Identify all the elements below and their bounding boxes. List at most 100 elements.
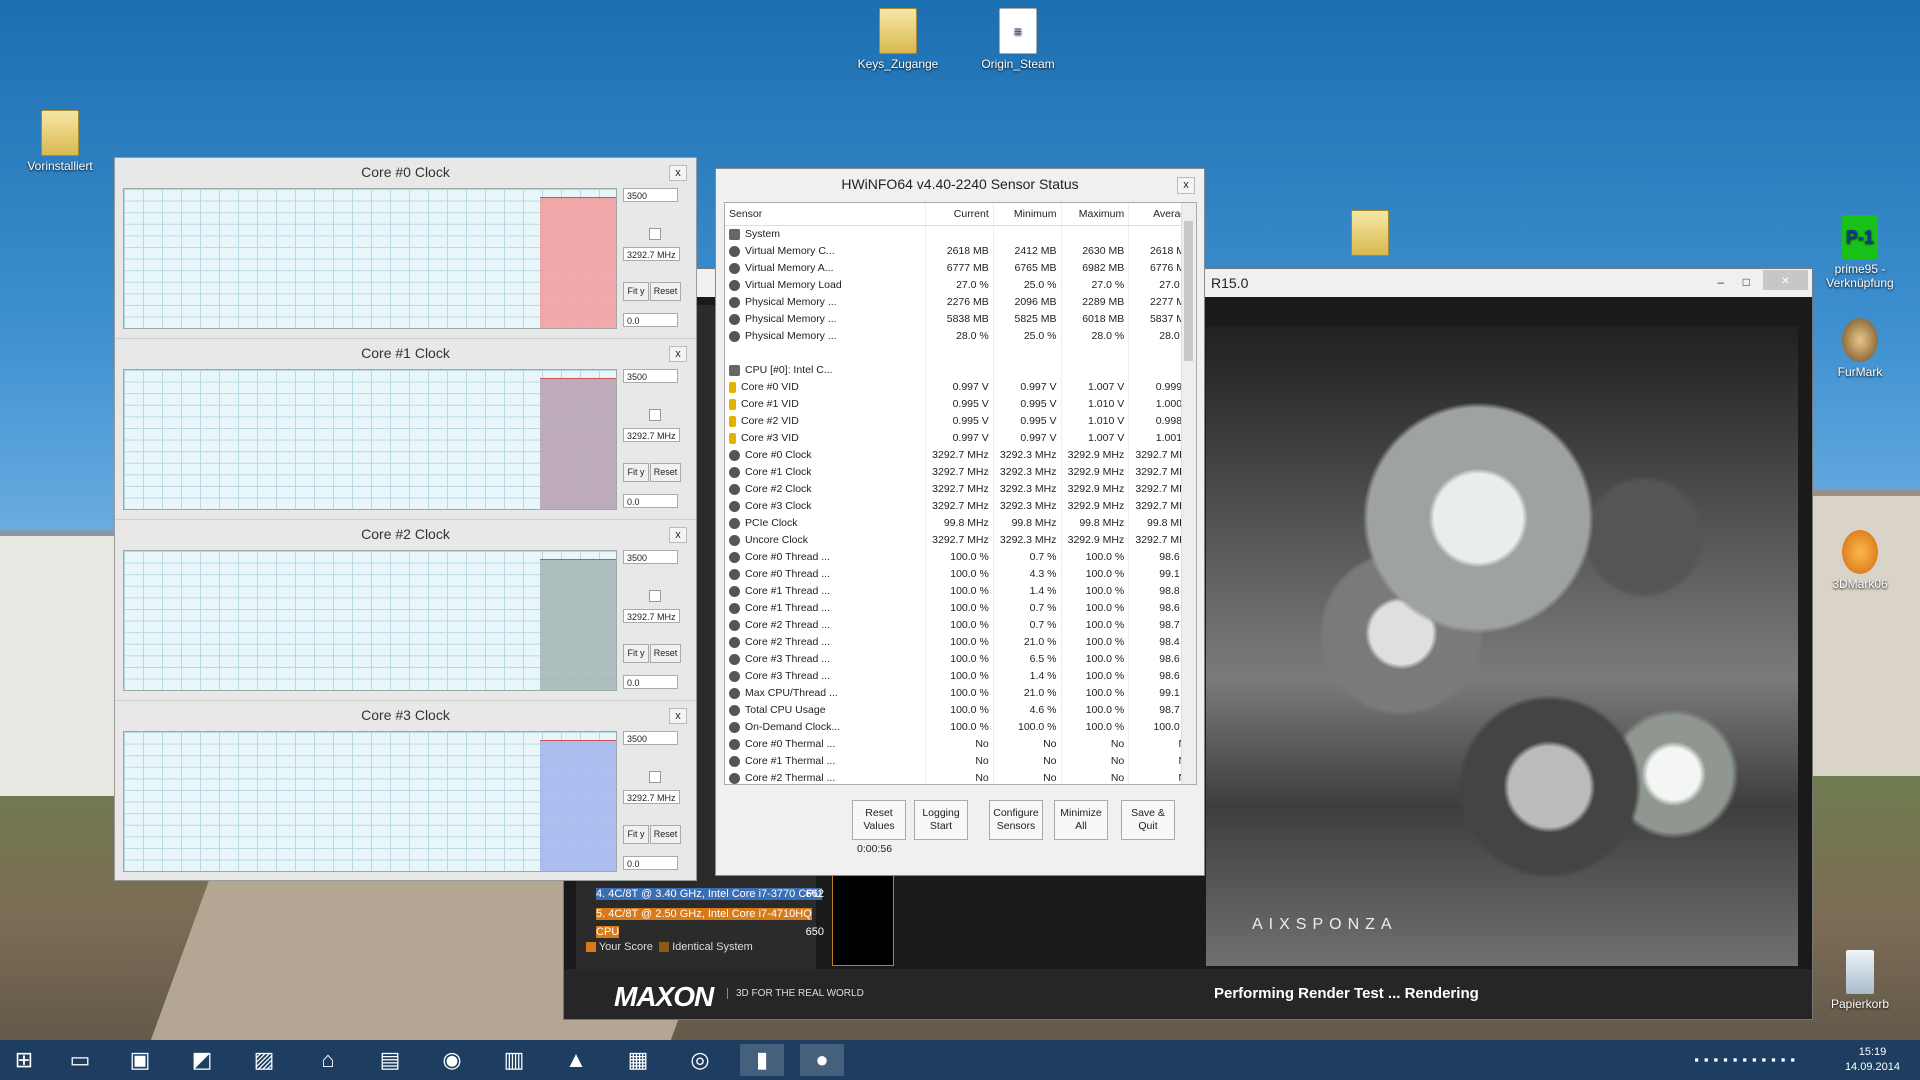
graph-min-field[interactable]: 0.0 bbox=[623, 856, 678, 870]
sensor-row[interactable]: Total CPU Usage 100.0 % 4.6 % 100.0 % 98.7 % bbox=[725, 702, 1196, 719]
column-header-sensor[interactable]: Sensor bbox=[725, 203, 925, 225]
sensor-group-row[interactable]: System bbox=[725, 226, 1196, 243]
desktop-icon-3dmark06[interactable]: 3DMark06 bbox=[1814, 530, 1906, 591]
sensor-row[interactable]: Physical Memory ... 28.0 % 25.0 % 28.0 % 28.… bbox=[725, 328, 1196, 345]
graph-checkbox[interactable] bbox=[649, 409, 661, 421]
sensor-row[interactable]: Core #1 Thermal ...NoNoNoNo bbox=[725, 753, 1196, 770]
sensor-row[interactable]: Core #2 VID 0.995 V 0.995 V 1.010 V 0.998 V bbox=[725, 413, 1196, 430]
home-icon[interactable]: ⌂ bbox=[306, 1044, 350, 1076]
sensor-row[interactable]: Core #3 Thread ... 100.0 % 1.4 % 100.0 % 98.… bbox=[725, 668, 1196, 685]
file-explorer-icon[interactable]: ▭ bbox=[58, 1044, 102, 1076]
hwinfo-icon[interactable]: ▮ bbox=[740, 1044, 784, 1076]
sensor-row[interactable]: Core #1 Thread ... 100.0 % 0.7 % 100.0 % 98.… bbox=[725, 600, 1196, 617]
reset-button[interactable]: Reset bbox=[650, 644, 681, 663]
logging-start-button[interactable]: Logging Start bbox=[914, 800, 968, 840]
desktop-icon-origin-steam[interactable]: ≡ Origin_Steam bbox=[972, 8, 1064, 71]
ranking-row[interactable]: 5. 4C/8T @ 2.50 GHz, Intel Core i7-4710H… bbox=[596, 905, 824, 938]
sensor-row[interactable]: Core #2 Thread ... 100.0 % 0.7 % 100.0 % 98.… bbox=[725, 617, 1196, 634]
fit-y-button[interactable]: Fit y bbox=[623, 644, 649, 663]
reset-button[interactable]: Reset bbox=[650, 282, 681, 301]
column-header-maximum[interactable]: Maximum bbox=[1060, 203, 1129, 225]
sensor-row[interactable]: Virtual Memory Load 27.0 % 25.0 % 27.0 % 27.… bbox=[725, 277, 1196, 294]
sensor-row[interactable]: Core #1 Thread ... 100.0 % 1.4 % 100.0 % 98.… bbox=[725, 583, 1196, 600]
graph-min-field[interactable]: 0.0 bbox=[623, 675, 678, 689]
photos-icon[interactable]: ▨ bbox=[242, 1044, 286, 1076]
close-button[interactable]: x bbox=[669, 165, 687, 181]
sensor-scrollbar[interactable] bbox=[1181, 203, 1196, 784]
scrollbar-thumb[interactable] bbox=[1184, 221, 1193, 361]
reset-values-button[interactable]: Reset Values bbox=[852, 800, 906, 840]
taskbar-clock[interactable]: 15:19 14.09.2014 bbox=[1845, 1045, 1900, 1075]
vlc-icon[interactable]: ▲ bbox=[554, 1044, 598, 1076]
spotify-icon[interactable]: ◉ bbox=[430, 1044, 474, 1076]
column-header-current[interactable]: Current bbox=[925, 203, 993, 225]
sensor-row[interactable]: PCIe Clock 99.8 MHz 99.8 MHz 99.8 MHz 99.8 M… bbox=[725, 515, 1196, 532]
close-button[interactable]: x bbox=[669, 527, 687, 543]
maximize-button[interactable]: □ bbox=[1743, 275, 1750, 289]
onenote-icon[interactable]: ◩ bbox=[180, 1044, 224, 1076]
close-button[interactable]: x bbox=[669, 708, 687, 724]
sensor-row[interactable]: On-Demand Clock... 100.0 % 100.0 % 100.0 % 1… bbox=[725, 719, 1196, 736]
sensor-row[interactable]: Virtual Memory C... 2618 MB 2412 MB 2630 MB… bbox=[725, 243, 1196, 260]
column-header-minimum[interactable]: Minimum bbox=[992, 203, 1061, 225]
fit-y-button[interactable]: Fit y bbox=[623, 463, 649, 482]
graph-min-field[interactable]: 0.0 bbox=[623, 313, 678, 327]
sensor-row[interactable]: Core #2 Thermal ...NoNoNoNo bbox=[725, 770, 1196, 784]
minimize-all-button[interactable]: Minimize All bbox=[1054, 800, 1108, 840]
ranking-row[interactable]: 4. 4C/8T @ 3.40 GHz, Intel Core i7-3770 … bbox=[596, 885, 824, 903]
sensor-row[interactable]: Core #1 Clock 3292.7 MHz 3292.3 MHz 3292.9 … bbox=[725, 464, 1196, 481]
save-icon[interactable]: ▦ bbox=[616, 1044, 660, 1076]
sensor-row[interactable]: Core #0 VID 0.997 V 0.997 V 1.007 V 0.999 V bbox=[725, 379, 1196, 396]
sensor-row[interactable]: Core #0 Clock 3292.7 MHz 3292.3 MHz 3292.9 … bbox=[725, 447, 1196, 464]
reset-button[interactable]: Reset bbox=[650, 825, 681, 844]
graph-checkbox[interactable] bbox=[649, 590, 661, 602]
graph-min-field[interactable]: 0.0 bbox=[623, 494, 678, 508]
sensor-row[interactable]: Physical Memory ... 2276 MB 2096 MB 2289 MB… bbox=[725, 294, 1196, 311]
lovefilm-icon[interactable]: ▤ bbox=[368, 1044, 412, 1076]
graph-max-field[interactable]: 3500 bbox=[623, 550, 678, 564]
cinebench-icon[interactable]: ● bbox=[800, 1044, 844, 1076]
minimize-button[interactable]: – bbox=[1717, 275, 1724, 289]
sensor-row[interactable]: Max CPU/Thread ... 100.0 % 21.0 % 100.0 % 99… bbox=[725, 685, 1196, 702]
desktop-icon-keys[interactable]: Keys_Zugange bbox=[852, 8, 944, 71]
close-button[interactable]: × bbox=[1763, 270, 1808, 290]
graph-checkbox[interactable] bbox=[649, 228, 661, 240]
sensor-row[interactable]: Core #2 Clock 3292.7 MHz 3292.3 MHz 3292.9 … bbox=[725, 481, 1196, 498]
desktop-icon-papierkorb[interactable]: Papierkorb bbox=[1814, 950, 1906, 1011]
reset-button[interactable]: Reset bbox=[650, 463, 681, 482]
sensor-row[interactable]: Core #0 Thread ... 100.0 % 0.7 % 100.0 % 98.… bbox=[725, 549, 1196, 566]
sensor-minimum-value: No bbox=[992, 770, 1061, 784]
sensor-row[interactable]: Core #0 Thread ... 100.0 % 4.3 % 100.0 % 99.… bbox=[725, 566, 1196, 583]
save-quit-button[interactable]: Save & Quit bbox=[1121, 800, 1175, 840]
graph-checkbox[interactable] bbox=[649, 771, 661, 783]
sensor-minimum-value: No bbox=[992, 736, 1061, 753]
sensor-row[interactable]: Core #3 Thread ... 100.0 % 6.5 % 100.0 % 98.… bbox=[725, 651, 1196, 668]
close-button[interactable]: x bbox=[669, 346, 687, 362]
sensor-row[interactable]: Uncore Clock 3292.7 MHz 3292.3 MHz 3292.9 M… bbox=[725, 532, 1196, 549]
chrome-icon[interactable]: ◎ bbox=[678, 1044, 722, 1076]
fit-y-button[interactable]: Fit y bbox=[623, 282, 649, 301]
graph-max-field[interactable]: 3500 bbox=[623, 731, 678, 745]
desktop-icon-vorinstalliert[interactable]: Vorinstalliert bbox=[14, 110, 106, 173]
windows-start-icon[interactable]: ⊞ bbox=[2, 1044, 46, 1076]
graph-max-field[interactable]: 3500 bbox=[623, 188, 678, 202]
store-icon[interactable]: ▣ bbox=[118, 1044, 162, 1076]
desktop-icon-prime95[interactable]: P-1 prime95 - Verknüpfung bbox=[1814, 215, 1906, 290]
sensor-row[interactable]: Physical Memory ... 5838 MB 5825 MB 6018 MB… bbox=[725, 311, 1196, 328]
close-button[interactable]: x bbox=[1177, 177, 1195, 194]
sensor-row[interactable]: Core #1 VID 0.995 V 0.995 V 1.010 V 1.000 V bbox=[725, 396, 1196, 413]
sensor-row[interactable]: Virtual Memory A... 6777 MB 6765 MB 6982 MB… bbox=[725, 260, 1196, 277]
configure-sensors-button[interactable]: Configure Sensors bbox=[989, 800, 1043, 840]
sensor-row[interactable]: Core #2 Thread ... 100.0 % 21.0 % 100.0 % 98… bbox=[725, 634, 1196, 651]
system-tray[interactable]: ▪▪▪▪▪▪▪▪▪▪▪ bbox=[1694, 1052, 1800, 1067]
sensor-row[interactable]: Core #0 Thermal ...NoNoNoNo bbox=[725, 736, 1196, 753]
sensor-group-row[interactable]: CPU [#0]: Intel C... bbox=[725, 362, 1196, 379]
desktop-icon-furmark[interactable]: FurMark bbox=[1814, 318, 1906, 379]
notes-icon[interactable]: ▥ bbox=[492, 1044, 536, 1076]
fit-y-button[interactable]: Fit y bbox=[623, 825, 649, 844]
graph-max-field[interactable]: 3500 bbox=[623, 369, 678, 383]
sensor-row[interactable]: Core #3 VID 0.997 V 0.997 V 1.007 V 1.001 V bbox=[725, 430, 1196, 447]
sensor-row[interactable]: Core #3 Clock 3292.7 MHz 3292.3 MHz 3292.9 … bbox=[725, 498, 1196, 515]
sensor-name: Physical Memory ... bbox=[745, 296, 837, 308]
desktop-icon-folder[interactable] bbox=[1324, 210, 1416, 259]
